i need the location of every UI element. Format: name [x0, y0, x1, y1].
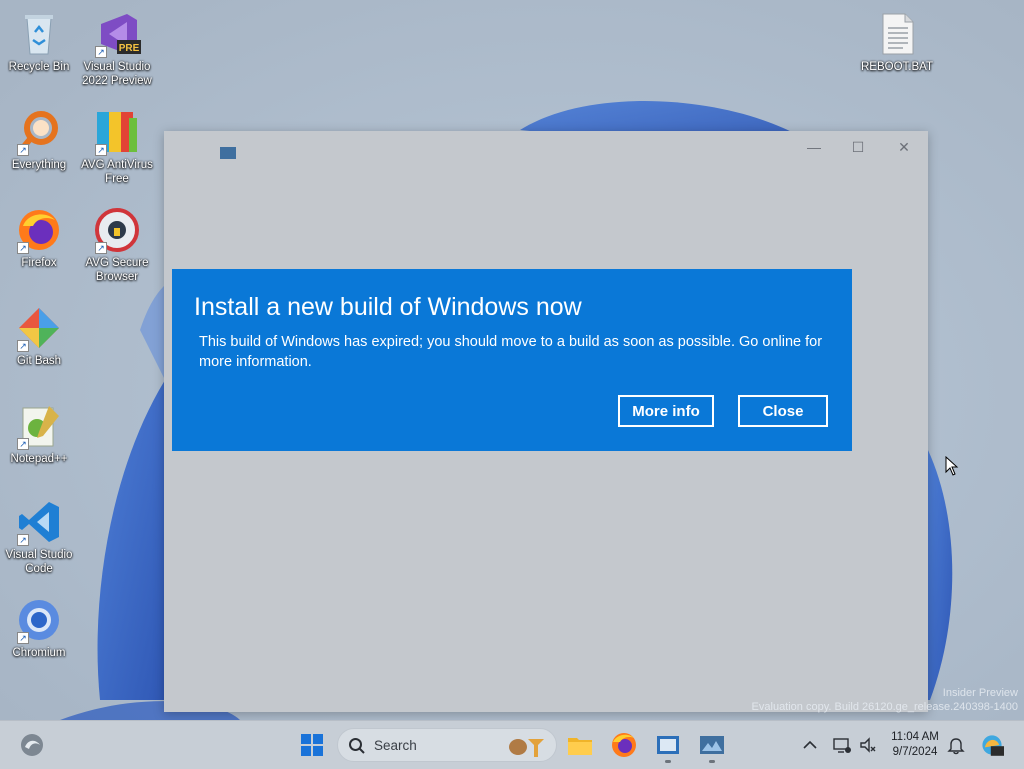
- window-titlebar[interactable]: — ☐ ✕: [164, 131, 928, 161]
- build-watermark: Insider Preview Evaluation copy. Build 2…: [752, 686, 1018, 714]
- desktop-icon-label: Notepad++: [10, 453, 68, 465]
- desktop-icon-notepad-plus-plus[interactable]: ↗ Notepad++: [1, 402, 77, 466]
- desktop-icon-label: Visual Studio Code: [5, 549, 73, 575]
- chromium-icon: ↗: [15, 596, 63, 644]
- clock-time: 11:04 AM: [891, 731, 939, 743]
- taskbar-search-box[interactable]: Search: [337, 728, 557, 762]
- build-expired-dialog: Install a new build of Windows now This …: [172, 269, 852, 451]
- taskbar: Search 11:04 AM 9/7/2024: [0, 720, 1024, 769]
- desktop-icon-visual-studio-2022-preview[interactable]: PRE ↗ Visual Studio 2022 Preview: [79, 10, 155, 88]
- shortcut-arrow-icon: ↗: [17, 534, 29, 546]
- window-close-button[interactable]: ✕: [882, 135, 926, 159]
- avg-antivirus-icon: ↗: [93, 108, 141, 156]
- more-info-button[interactable]: More info: [618, 395, 714, 427]
- shortcut-arrow-icon: ↗: [17, 242, 29, 254]
- widgets-button[interactable]: [16, 729, 48, 761]
- desktop-icon-visual-studio-code[interactable]: ↗ Visual Studio Code: [1, 498, 77, 576]
- shortcut-arrow-icon: ↗: [17, 632, 29, 644]
- desktop-icon-label: REBOOT.BAT: [861, 61, 933, 73]
- watermark-line-2: Evaluation copy. Build 26120.ge_release.…: [751, 701, 1018, 713]
- firefox-taskbar-button[interactable]: [608, 729, 640, 761]
- search-label: Search: [374, 738, 417, 753]
- shortcut-arrow-icon: ↗: [95, 46, 107, 58]
- desktop-icon-label: Firefox: [21, 257, 57, 269]
- app-icon: [220, 147, 236, 159]
- shortcut-arrow-icon: ↗: [17, 438, 29, 450]
- preview-badge: PRE: [118, 43, 140, 54]
- shortcut-arrow-icon: ↗: [17, 144, 29, 156]
- search-highlight-icon: [509, 739, 544, 757]
- firefox-icon: ↗: [15, 206, 63, 254]
- dialog-title: Install a new build of Windows now: [194, 293, 582, 321]
- desktop-icon-label: AVG Secure Browser: [85, 257, 149, 283]
- desktop-icon-label: Recycle Bin: [8, 61, 70, 73]
- desktop-icon-avg-antivirus-free[interactable]: ↗ AVG AntiVirus Free: [79, 108, 155, 186]
- firefox-icon: [612, 733, 636, 757]
- recycle-bin-icon: [15, 10, 63, 58]
- desktop-icon-label: AVG AntiVirus Free: [81, 159, 153, 185]
- start-button[interactable]: [296, 729, 328, 761]
- watermark-line-1: Insider Preview: [942, 687, 1018, 699]
- shortcut-arrow-icon: ↗: [95, 242, 107, 254]
- start-icon: [301, 734, 323, 756]
- desktop-icon-git-bash[interactable]: ↗ Git Bash: [1, 304, 77, 368]
- desktop-icon-label: Chromium: [12, 647, 66, 659]
- maximize-button[interactable]: ☐: [836, 135, 880, 159]
- everything-search-icon: ↗: [15, 108, 63, 156]
- notification-bell-icon[interactable]: [946, 735, 966, 755]
- clock-date: 9/7/2024: [892, 746, 938, 758]
- minimize-button[interactable]: —: [792, 135, 836, 159]
- mouse-cursor-icon: [945, 456, 959, 476]
- app-blue-taskbar-button[interactable]: [696, 729, 728, 761]
- desktop-icon-label: Everything: [11, 159, 67, 171]
- desktop-icon-firefox[interactable]: ↗ Firefox: [1, 206, 77, 270]
- desktop-icon-avg-secure-browser[interactable]: ↗ AVG Secure Browser: [79, 206, 155, 284]
- dialog-message: This build of Windows has expired; you s…: [199, 334, 823, 370]
- widgets-icon: [21, 734, 43, 756]
- network-icon[interactable]: [832, 735, 852, 755]
- desktop-icon-recycle-bin[interactable]: Recycle Bin: [1, 10, 77, 74]
- desktop-icon-everything[interactable]: ↗ Everything: [1, 108, 77, 172]
- file-explorer-button[interactable]: [564, 729, 596, 761]
- desktop-icon-chromium[interactable]: ↗ Chromium: [1, 596, 77, 660]
- file-explorer-icon: [568, 738, 592, 755]
- volume-icon[interactable]: [858, 735, 878, 755]
- search-icon: [349, 738, 365, 754]
- app-window-icon: [657, 736, 679, 754]
- desktop-icon-label: Git Bash: [16, 355, 62, 367]
- app-window-taskbar-button[interactable]: [652, 729, 684, 761]
- notepad-plus-plus-icon: ↗: [15, 402, 63, 450]
- desktop-icon-reboot-bat[interactable]: REBOOT.BAT: [859, 10, 935, 74]
- taskbar-clock[interactable]: 11:04 AM 9/7/2024: [884, 730, 946, 760]
- batch-file-icon: [873, 10, 921, 58]
- chevron-up-icon[interactable]: [800, 735, 820, 755]
- app-blue-icon: [700, 736, 724, 754]
- vscode-icon: ↗: [15, 498, 63, 546]
- active-indicator: [665, 760, 671, 763]
- avg-secure-browser-icon: ↗: [93, 206, 141, 254]
- shortcut-arrow-icon: ↗: [95, 144, 107, 156]
- git-bash-icon: ↗: [15, 304, 63, 352]
- visual-studio-preview-icon: PRE ↗: [93, 10, 141, 58]
- desktop-icon-label: Visual Studio 2022 Preview: [82, 61, 152, 87]
- close-button[interactable]: Close: [738, 395, 828, 427]
- active-indicator: [709, 760, 715, 763]
- copilot-icon[interactable]: [980, 733, 1004, 757]
- shortcut-arrow-icon: ↗: [17, 340, 29, 352]
